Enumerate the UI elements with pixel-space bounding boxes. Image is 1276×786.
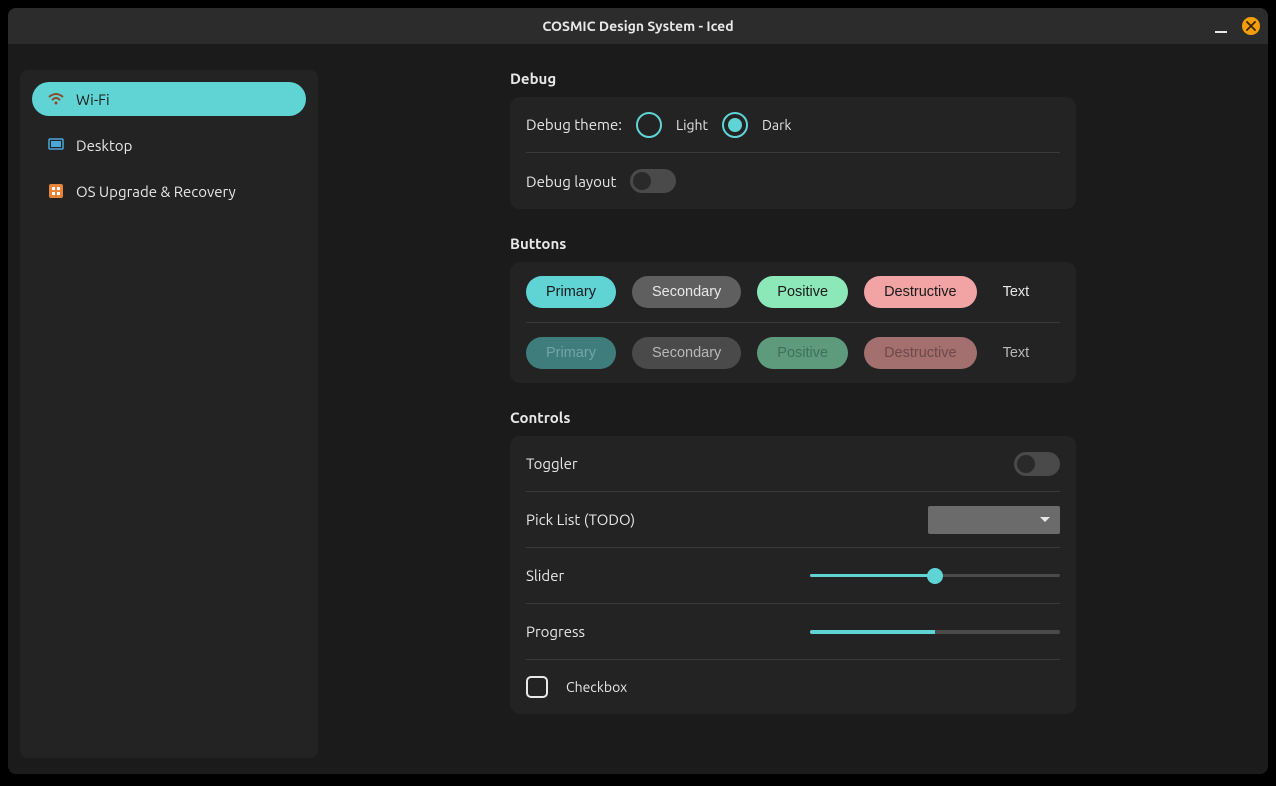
debug-layout-row: Debug layout bbox=[526, 153, 1060, 209]
button-row-disabled: Primary Secondary Positive Destructive T… bbox=[526, 323, 1039, 383]
destructive-button[interactable]: Destructive bbox=[864, 276, 977, 308]
main-content: Debug Debug theme: Light Dark Debug layo… bbox=[330, 70, 1256, 758]
sidebar-item-desktop[interactable]: Desktop bbox=[32, 128, 306, 162]
button-row-enabled: Primary Secondary Positive Destructive T… bbox=[526, 262, 1039, 322]
radio-dark[interactable] bbox=[722, 112, 748, 138]
toggle-handle bbox=[1017, 455, 1035, 473]
primary-button[interactable]: Primary bbox=[526, 276, 616, 308]
close-icon bbox=[1246, 21, 1256, 31]
section-title-controls: Controls bbox=[510, 409, 1076, 426]
slider-thumb bbox=[927, 568, 943, 584]
toggler-toggle[interactable] bbox=[1014, 452, 1060, 476]
positive-button[interactable]: Positive bbox=[757, 276, 848, 308]
debug-card: Debug theme: Light Dark Debug layout bbox=[510, 97, 1076, 209]
progress-row: Progress bbox=[526, 604, 1060, 660]
slider-fill bbox=[810, 574, 935, 577]
progress-fill bbox=[810, 630, 935, 634]
text-button-disabled: Text bbox=[993, 337, 1040, 369]
picklist-label: Pick List (TODO) bbox=[526, 511, 635, 528]
primary-button-disabled: Primary bbox=[526, 337, 616, 369]
secondary-button-disabled: Secondary bbox=[632, 337, 741, 369]
slider-label: Slider bbox=[526, 567, 564, 584]
checkbox-row: Checkbox bbox=[526, 660, 1060, 714]
minimize-button[interactable] bbox=[1212, 17, 1230, 35]
section-title-debug: Debug bbox=[510, 70, 1076, 87]
debug-theme-row: Debug theme: Light Dark bbox=[526, 97, 1060, 153]
picklist-select[interactable] bbox=[928, 506, 1060, 534]
window-controls bbox=[1212, 8, 1260, 44]
window-title: COSMIC Design System - Iced bbox=[542, 18, 733, 34]
text-button[interactable]: Text bbox=[993, 276, 1040, 308]
checkbox-label: Checkbox bbox=[566, 679, 627, 695]
controls-card: Toggler Pick List (TODO) Slider bbox=[510, 436, 1076, 714]
close-button[interactable] bbox=[1242, 17, 1260, 35]
sidebar-item-label: Wi-Fi bbox=[76, 91, 110, 108]
radio-dark-label: Dark bbox=[762, 117, 791, 133]
recovery-icon bbox=[48, 183, 64, 199]
chevron-down-icon bbox=[1040, 517, 1050, 522]
positive-button-disabled: Positive bbox=[757, 337, 848, 369]
minimize-icon bbox=[1215, 31, 1227, 33]
toggle-handle bbox=[633, 172, 651, 190]
progress-bar bbox=[810, 630, 1060, 634]
toggler-label: Toggler bbox=[526, 455, 578, 472]
app-window: COSMIC Design System - Iced Wi-Fi bbox=[8, 8, 1268, 774]
sidebar-item-wifi[interactable]: Wi-Fi bbox=[32, 82, 306, 116]
buttons-card: Primary Secondary Positive Destructive T… bbox=[510, 262, 1076, 383]
app-body: Wi-Fi Desktop OS Upgrade & Recovery Debu… bbox=[8, 44, 1268, 774]
picklist-row: Pick List (TODO) bbox=[526, 492, 1060, 548]
sidebar-item-recovery[interactable]: OS Upgrade & Recovery bbox=[32, 174, 306, 208]
section-title-buttons: Buttons bbox=[510, 235, 1076, 252]
desktop-icon bbox=[48, 137, 64, 153]
destructive-button-disabled: Destructive bbox=[864, 337, 977, 369]
radio-light-label: Light bbox=[676, 117, 708, 133]
debug-layout-toggle[interactable] bbox=[630, 169, 676, 193]
titlebar: COSMIC Design System - Iced bbox=[8, 8, 1268, 44]
sidebar: Wi-Fi Desktop OS Upgrade & Recovery bbox=[20, 70, 318, 758]
radio-light[interactable] bbox=[636, 112, 662, 138]
wifi-icon bbox=[48, 91, 64, 107]
buttons-disabled-row: Primary Secondary Positive Destructive T… bbox=[526, 323, 1060, 383]
sidebar-item-label: Desktop bbox=[76, 137, 132, 154]
sidebar-item-label: OS Upgrade & Recovery bbox=[76, 183, 236, 200]
checkbox[interactable] bbox=[526, 676, 548, 698]
buttons-enabled-row: Primary Secondary Positive Destructive T… bbox=[526, 262, 1060, 323]
toggler-row: Toggler bbox=[526, 436, 1060, 492]
debug-theme-label: Debug theme: bbox=[526, 116, 622, 133]
progress-label: Progress bbox=[526, 623, 585, 640]
debug-layout-label: Debug layout bbox=[526, 173, 616, 190]
secondary-button[interactable]: Secondary bbox=[632, 276, 741, 308]
slider[interactable] bbox=[810, 568, 1060, 584]
slider-row: Slider bbox=[526, 548, 1060, 604]
